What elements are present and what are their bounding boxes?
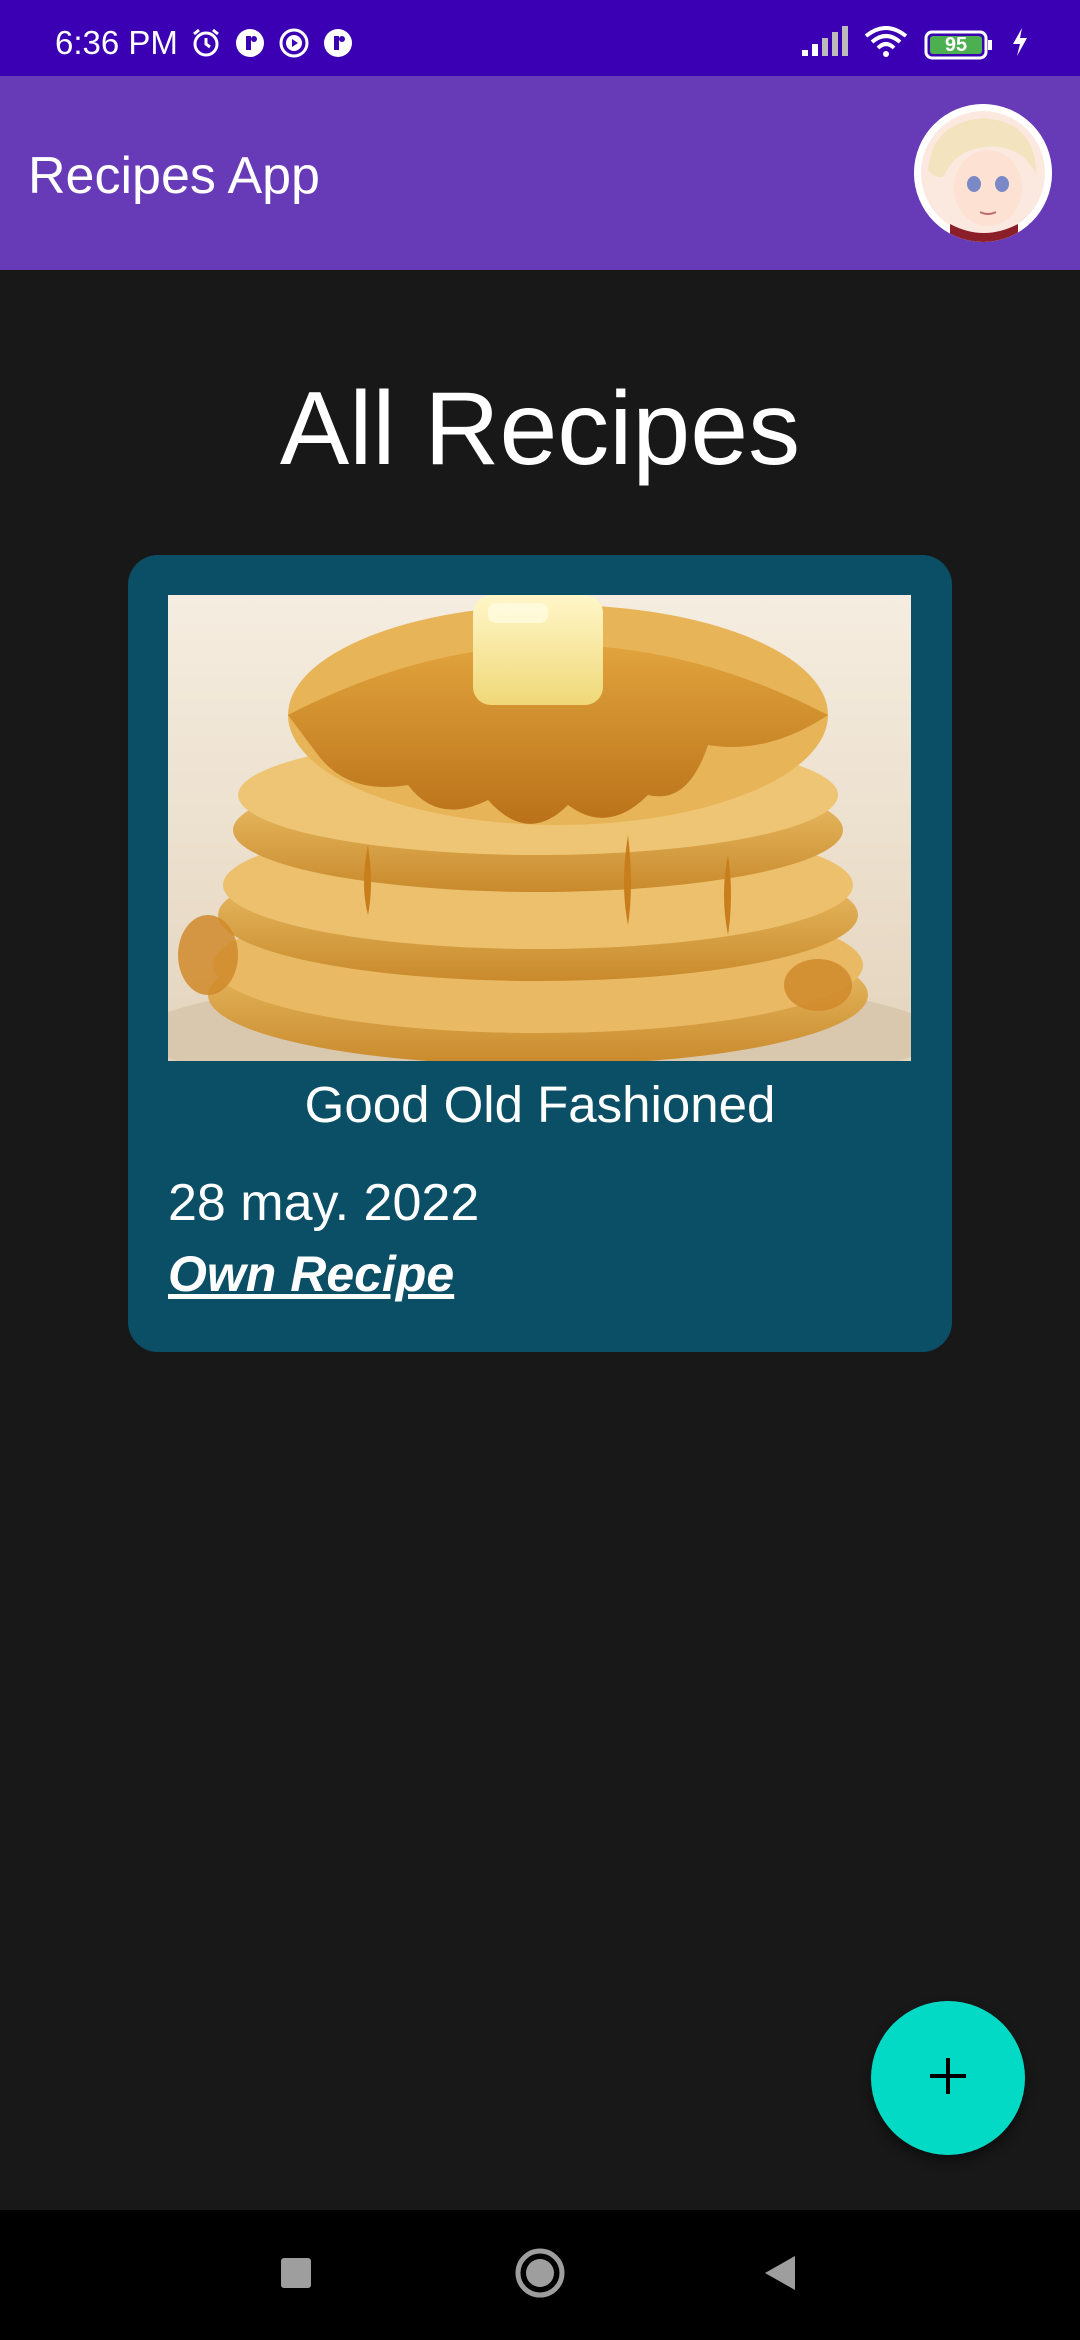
recipe-title: Good Old Fashioned bbox=[304, 1076, 776, 1133]
notification-icon bbox=[234, 27, 266, 59]
recipe-source-link[interactable]: Own Recipe bbox=[168, 1245, 454, 1303]
pancakes-image bbox=[168, 595, 911, 1061]
app-title: Recipes App bbox=[28, 147, 320, 205]
status-bar: 6:36 PM 95 bbox=[0, 0, 1080, 76]
back-icon bbox=[763, 2254, 797, 2297]
recipe-card[interactable]: Good Old Fashioned 28 may. 2022 Own Reci… bbox=[128, 555, 952, 1352]
recents-icon bbox=[279, 2256, 313, 2295]
wifi-icon bbox=[864, 26, 908, 63]
battery-icon: 95 bbox=[924, 29, 994, 61]
home-button[interactable] bbox=[480, 2210, 600, 2340]
status-icons-left bbox=[190, 27, 354, 59]
status-icons-right: 95 bbox=[800, 26, 1030, 63]
page-title: All Recipes bbox=[279, 371, 801, 487]
back-button[interactable] bbox=[720, 2210, 840, 2340]
signal-icon bbox=[800, 26, 848, 63]
app-bar: Recipes App bbox=[0, 76, 1080, 270]
home-icon bbox=[514, 2247, 566, 2304]
recipe-date: 28 may. 2022 bbox=[168, 1174, 480, 1232]
battery-level: 95 bbox=[944, 33, 968, 56]
charging-icon bbox=[1010, 26, 1030, 63]
add-recipe-button[interactable] bbox=[871, 2001, 1025, 2155]
navigation-bar bbox=[0, 2210, 1080, 2340]
play-icon bbox=[278, 27, 310, 59]
avatar-icon[interactable] bbox=[914, 104, 1052, 242]
status-time: 6:36 PM bbox=[55, 24, 178, 61]
recents-button[interactable] bbox=[236, 2210, 356, 2340]
notification-icon bbox=[322, 27, 354, 59]
alarm-icon bbox=[190, 27, 222, 59]
plus-icon bbox=[926, 2054, 970, 2103]
